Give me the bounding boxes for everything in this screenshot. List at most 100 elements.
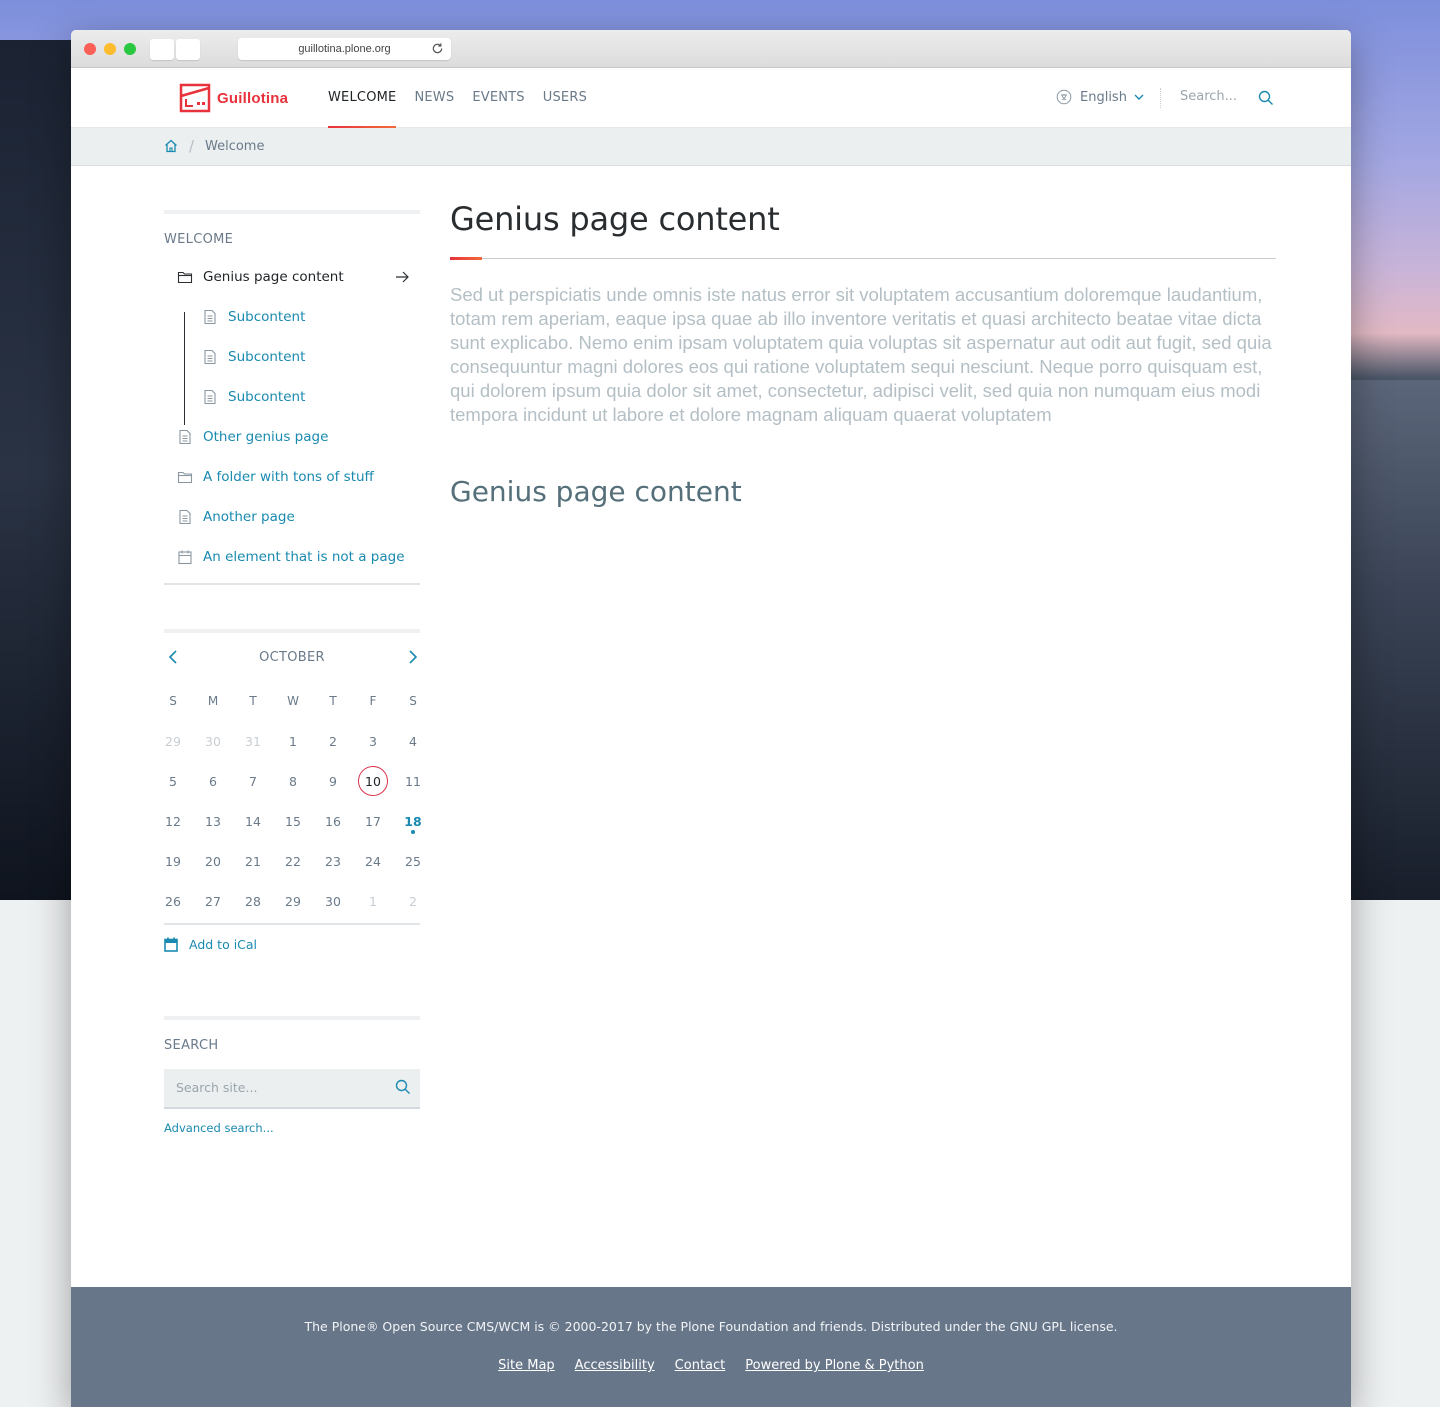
calendar-day[interactable]: 26	[153, 881, 193, 921]
calendar-day[interactable]: 14	[233, 801, 273, 841]
forward-button[interactable]	[176, 39, 200, 60]
nav-news[interactable]: NEWS	[414, 68, 454, 128]
nav-tree-item-subcontent[interactable]: Subcontent	[164, 377, 420, 417]
add-to-ical-label: Add to iCal	[189, 937, 258, 952]
nav-tree-item-element-not-a-page[interactable]: An element that is not a page	[164, 537, 420, 577]
document-icon	[177, 429, 193, 445]
calendar-day[interactable]: 4	[393, 721, 433, 761]
calendar-day[interactable]: 7	[233, 761, 273, 801]
nav-tree-item-another-page[interactable]: Another page	[164, 497, 420, 537]
calendar-day[interactable]: 20	[193, 841, 233, 881]
calendar-day[interactable]: 24	[353, 841, 393, 881]
calendar-day[interactable]: 13	[193, 801, 233, 841]
calendar-day[interactable]: 17	[353, 801, 393, 841]
language-icon	[1056, 89, 1072, 105]
nav-tree-item-subcontent[interactable]: Subcontent	[164, 337, 420, 377]
calendar-day[interactable]: 19	[153, 841, 193, 881]
calendar-day[interactable]: 29	[273, 881, 313, 921]
calendar-day[interactable]: 2	[393, 881, 433, 921]
calendar-day-today[interactable]: 10	[353, 761, 393, 801]
nav-tree-item-other-genius-page[interactable]: Other genius page	[164, 417, 420, 457]
calendar-day[interactable]: 31	[233, 721, 273, 761]
nav-tree-item-folder-with-tons-of-stuff[interactable]: A folder with tons of stuff	[164, 457, 420, 497]
title-divider	[450, 257, 1276, 260]
calendar-day[interactable]: 6	[193, 761, 233, 801]
search-portlet-title: SEARCH	[164, 1038, 219, 1053]
address-bar[interactable]: guillotina.plone.org	[238, 38, 451, 60]
calendar-day[interactable]: 22	[273, 841, 313, 881]
add-to-ical-link[interactable]: Add to iCal	[164, 937, 420, 952]
maximize-window-button[interactable]	[124, 43, 136, 55]
search-icon[interactable]	[1258, 90, 1274, 106]
site-logo[interactable]: Guillotina	[179, 82, 288, 114]
breadcrumb: / Welcome	[71, 128, 1351, 166]
main-content: Genius page content Sed ut perspiciatis …	[450, 200, 1276, 508]
calendar-day[interactable]: 12	[153, 801, 193, 841]
sidebar: WELCOME Genius page content Subcontent S…	[164, 210, 422, 1135]
calendar-day[interactable]: 30	[313, 881, 353, 921]
document-icon	[177, 509, 193, 525]
header-search-input[interactable]: Search...	[1180, 89, 1260, 104]
site-header: Guillotina WELCOME NEWS EVENTS USERS Eng…	[71, 68, 1351, 128]
nav-tree-item-label: A folder with tons of stuff	[203, 469, 374, 485]
nav-tree-item-subcontent[interactable]: Subcontent	[164, 297, 420, 337]
lead-paragraph: Sed ut perspiciatis unde omnis iste natu…	[450, 284, 1272, 425]
calendar-day[interactable]: 27	[193, 881, 233, 921]
calendar-day[interactable]: 2	[313, 721, 353, 761]
calendar-weekday: S	[409, 694, 417, 708]
footer-link-accessibility[interactable]: Accessibility	[575, 1358, 655, 1373]
document-icon	[202, 349, 218, 365]
calendar-day[interactable]: 3	[353, 721, 393, 761]
header-divider	[1160, 88, 1161, 108]
footer-copyright: The Plone® Open Source CMS/WCM is © 2000…	[304, 1319, 1118, 1334]
nav-users[interactable]: USERS	[543, 68, 587, 128]
browser-window: guillotina.plone.org Guillotina WELCOME …	[71, 30, 1351, 1407]
calendar-day[interactable]: 11	[393, 761, 433, 801]
navigation-portlet: WELCOME Genius page content Subcontent S…	[164, 210, 420, 585]
document-icon	[202, 389, 218, 405]
nav-tree-item-genius-page-content[interactable]: Genius page content	[164, 257, 420, 297]
calendar-weekday: S	[169, 694, 177, 708]
calendar-day[interactable]: 29	[153, 721, 193, 761]
calendar-day[interactable]: 21	[233, 841, 273, 881]
home-icon[interactable]	[164, 139, 178, 153]
calendar-day[interactable]: 15	[273, 801, 313, 841]
calendar-day[interactable]: 16	[313, 801, 353, 841]
nav-events[interactable]: EVENTS	[472, 68, 524, 128]
calendar-weekday: F	[369, 694, 377, 708]
search-icon[interactable]	[395, 1079, 411, 1095]
advanced-search-link[interactable]: Advanced search...	[164, 1121, 420, 1135]
page-title: Genius page content	[450, 200, 780, 238]
calendar-day-event[interactable]: 18	[393, 801, 433, 841]
language-selector[interactable]: English	[1056, 89, 1152, 105]
calendar-day[interactable]: 23	[313, 841, 353, 881]
site-search-input[interactable]	[176, 1080, 376, 1095]
calendar-day[interactable]: 25	[393, 841, 433, 881]
nav-tree-item-label: Subcontent	[228, 309, 306, 325]
calendar-weekday: T	[249, 694, 257, 708]
guillotina-logo-icon	[179, 83, 211, 113]
footer-link-contact[interactable]: Contact	[675, 1358, 726, 1373]
calendar-day[interactable]: 5	[153, 761, 193, 801]
close-window-button[interactable]	[84, 43, 96, 55]
back-button[interactable]	[150, 39, 174, 60]
chevron-right-icon[interactable]	[408, 649, 418, 665]
minimize-window-button[interactable]	[104, 43, 116, 55]
reload-icon[interactable]	[431, 42, 444, 55]
nav-welcome[interactable]: WELCOME	[328, 68, 397, 128]
footer-link-powered-by[interactable]: Powered by Plone & Python	[745, 1358, 924, 1373]
calendar-day[interactable]: 28	[233, 881, 273, 921]
calendar-day[interactable]: 30	[193, 721, 233, 761]
footer-link-site-map[interactable]: Site Map	[498, 1358, 555, 1373]
calendar-day[interactable]: 1	[353, 881, 393, 921]
calendar-day[interactable]: 8	[273, 761, 313, 801]
calendar-day[interactable]: 9	[313, 761, 353, 801]
nav-tree-item-label: Genius page content	[203, 269, 344, 285]
chevron-left-icon[interactable]	[168, 649, 178, 665]
footer-links: Site Map Accessibility Contact Powered b…	[71, 1358, 1351, 1373]
arrow-right-icon[interactable]	[394, 269, 410, 285]
calendar-divider	[164, 923, 420, 925]
calendar-day[interactable]: 1	[273, 721, 313, 761]
calendar-icon	[164, 937, 178, 952]
breadcrumb-current: Welcome	[205, 139, 265, 154]
